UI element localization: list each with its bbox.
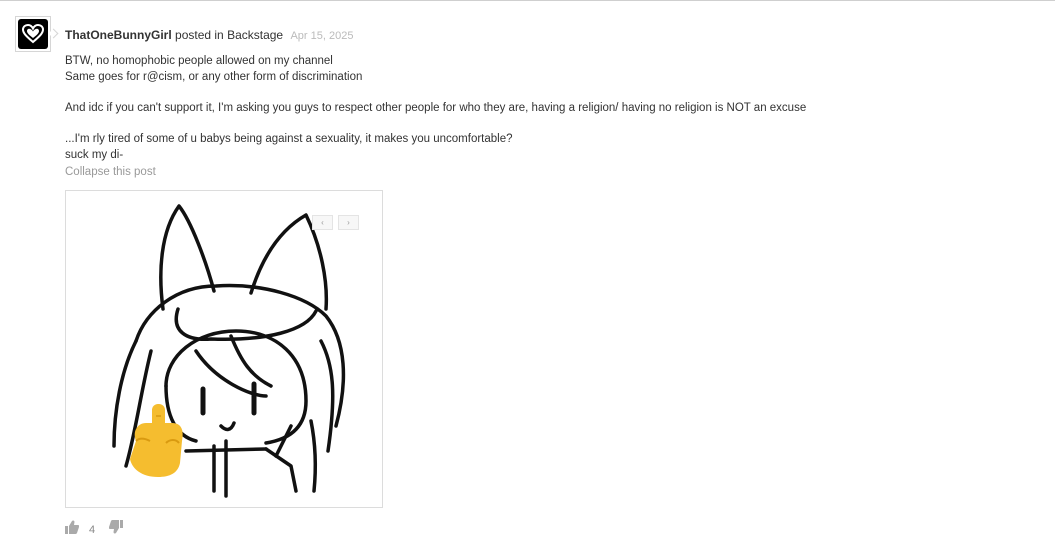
post-line-1: BTW, no homophobic people allowed on my … [65, 55, 333, 67]
posted-in-text: posted in [175, 28, 224, 42]
post-line-5: suck my di- [65, 149, 124, 161]
thumbs-down-icon[interactable] [108, 520, 124, 539]
post-header: ThatOneBunnyGirl posted in Backstage Apr… [65, 28, 353, 43]
collapse-post-link[interactable]: Collapse this post [65, 166, 156, 178]
like-count: 4 [89, 523, 96, 536]
heart-icon [18, 19, 48, 49]
next-image-button[interactable]: › [338, 215, 359, 230]
post-line-3: And idc if you can't support it, I'm ask… [65, 102, 807, 114]
top-divider [0, 0, 1055, 1]
author-link[interactable]: ThatOneBunnyGirl [65, 28, 172, 42]
prev-image-button[interactable]: ‹ [312, 215, 333, 230]
reactions-bar: 4 [65, 520, 124, 539]
thumbs-up-icon[interactable] [65, 520, 80, 539]
post-date: Apr 15, 2025 [290, 30, 354, 42]
drawing-image [112, 204, 346, 498]
channel-link[interactable]: Backstage [227, 28, 283, 42]
post-line-4: ...I'm rly tired of some of u babys bein… [65, 133, 513, 145]
avatar[interactable] [15, 16, 51, 52]
post-image[interactable]: ‹ › [65, 190, 383, 508]
post-line-2: Same goes for r@cism, or any other form … [65, 71, 363, 83]
